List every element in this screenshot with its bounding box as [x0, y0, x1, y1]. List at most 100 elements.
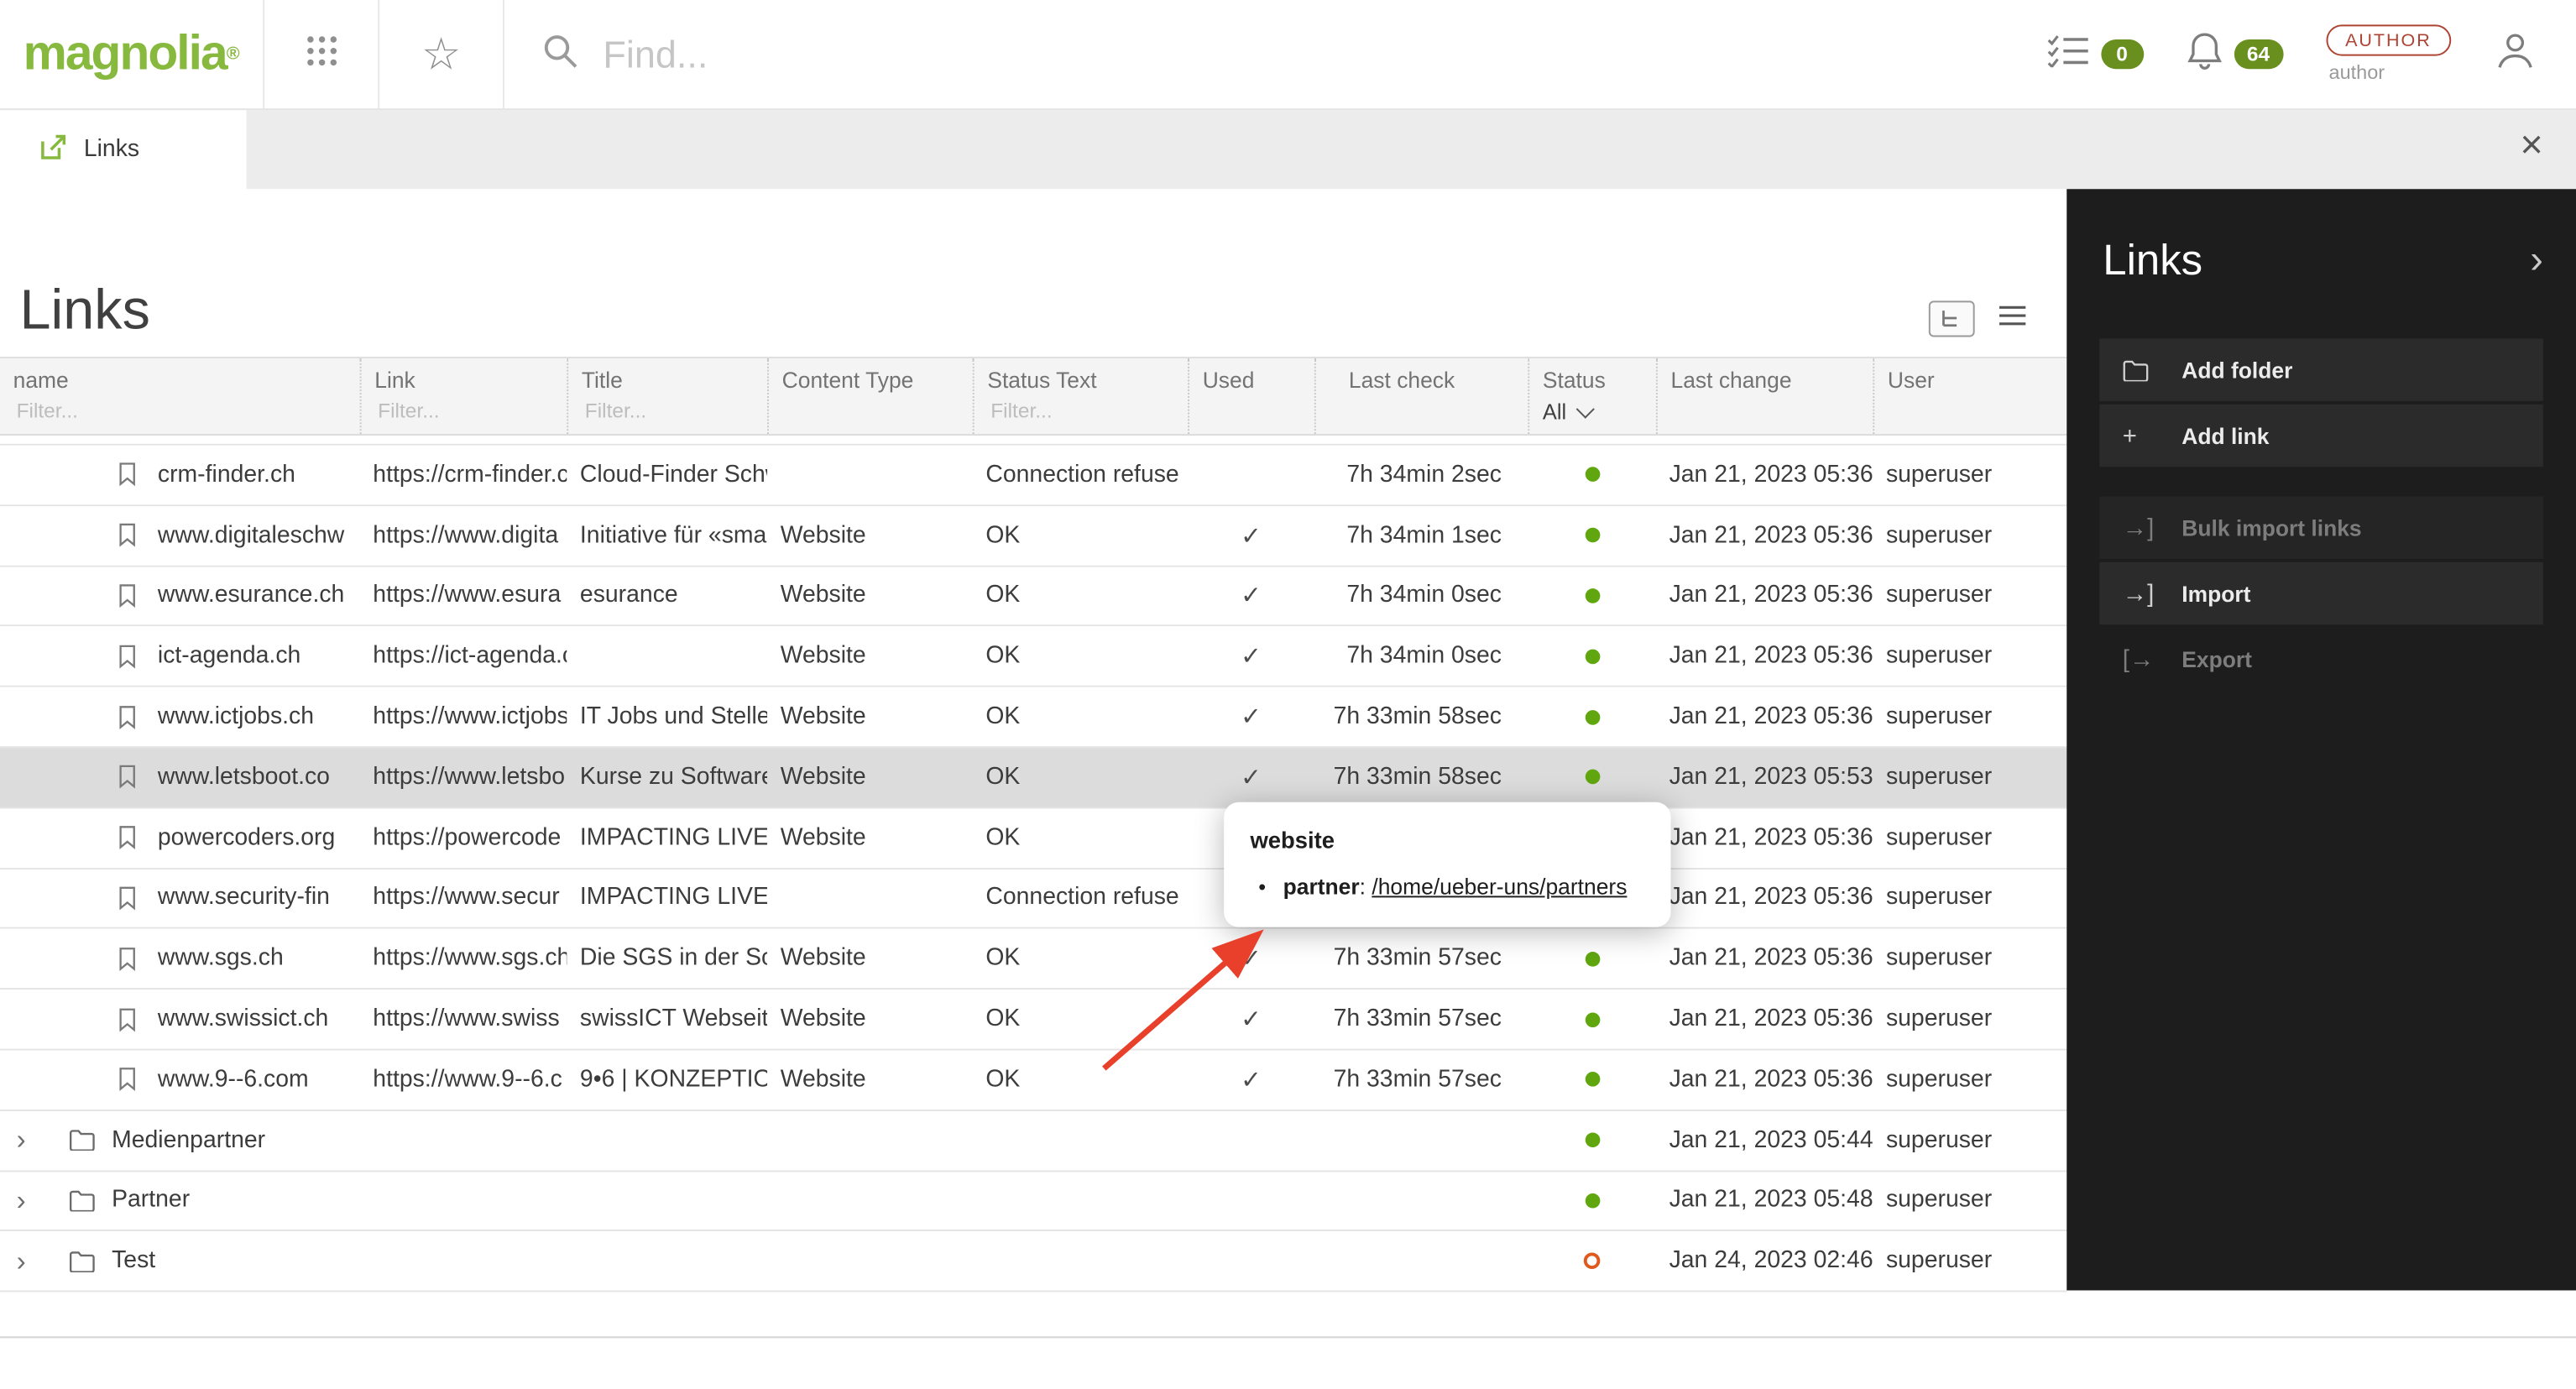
- status-ok-dot: [1584, 770, 1600, 785]
- tasks-count-badge: 0: [2100, 39, 2144, 70]
- column-header-last_check[interactable]: Last check: [1314, 358, 1528, 435]
- table-row[interactable]: www.esurance.ch https://www.esura esurance…: [0, 566, 2067, 627]
- column-filter-input[interactable]: [374, 397, 551, 425]
- table-row[interactable]: crm-finder.ch https://crm-finder.c Cloud-F…: [0, 445, 2067, 506]
- column-header-user[interactable]: User: [1873, 358, 2067, 435]
- column-header-title[interactable]: Title: [567, 358, 767, 435]
- cell-title: esurance: [579, 582, 678, 609]
- status-ok-dot: [1584, 1072, 1600, 1088]
- table-row[interactable]: www.ictjobs.ch https://www.ictjobs IT Jobs…: [0, 687, 2067, 749]
- cell-user: superuser: [1885, 1248, 1993, 1275]
- table-row[interactable]: www.swissict.ch https://www.swiss swissICT…: [0, 990, 2067, 1051]
- cell-link: https://crm-finder.c: [373, 462, 567, 488]
- cell-link: https://www.sgs.ch: [373, 945, 567, 973]
- cell-last_change: Jan 21, 2023 05:36: [1669, 945, 1873, 973]
- sidebar-action-add-link[interactable]: + Add link: [2099, 404, 2543, 467]
- column-header-name[interactable]: name: [0, 358, 360, 434]
- import-icon: →]: [2122, 514, 2155, 542]
- cell-last_change: Jan 21, 2023 05:36: [1669, 462, 1873, 488]
- cell-name: crm-finder.ch: [0, 446, 360, 504]
- tasks-button[interactable]: 0: [2046, 34, 2144, 75]
- table-row[interactable]: www.digitaleschw https://www.digita Initia…: [0, 505, 2067, 567]
- cell-status: [1528, 687, 1656, 746]
- column-header-content_type[interactable]: Content Type: [767, 358, 973, 435]
- column-label: Link: [374, 368, 415, 394]
- table-row[interactable]: › Test Jan 24, 2023 02:46 superuser: [0, 1231, 2067, 1292]
- table-row[interactable]: www.security-fin https://www.secur IMPACTI…: [0, 869, 2067, 930]
- table-row[interactable]: › Medienpartner Jan 21, 2023 05:44 superuse…: [0, 1110, 2067, 1172]
- search-input[interactable]: [599, 30, 1297, 79]
- cell-user: superuser: [1885, 643, 1993, 670]
- column-header-last_change[interactable]: Last change: [1655, 358, 1873, 435]
- cell-content_type: Website: [780, 764, 866, 791]
- cell-content_type: Website: [780, 945, 866, 973]
- status-filter-dropdown[interactable]: All: [1543, 399, 1656, 424]
- column-label: Status: [1542, 368, 1606, 394]
- sidebar-action-add-folder[interactable]: Add folder: [2099, 338, 2543, 401]
- table-row[interactable]: ict-agenda.ch https://ict-agenda.c Website…: [0, 626, 2067, 688]
- list-view-toggle[interactable]: [1998, 303, 2027, 334]
- magnolia-logo[interactable]: magnolia ®: [0, 0, 263, 108]
- cell-title: Die SGS in der Sch: [579, 945, 768, 973]
- favorites-button[interactable]: ☆: [379, 0, 503, 108]
- row-name: www.swissict.ch: [157, 1005, 329, 1033]
- cell-last_change: Jan 21, 2023 05:48: [1669, 1187, 1873, 1214]
- footer-divider: [0, 1290, 2576, 1339]
- cell-last_change: Jan 21, 2023 05:36: [1669, 582, 1873, 609]
- cell-link: https://www.ictjobs: [373, 703, 567, 730]
- column-header-used[interactable]: Used: [1188, 358, 1314, 435]
- tooltip-link[interactable]: /home/ueber-uns/partners: [1372, 875, 1627, 899]
- title-row: Links: [0, 189, 2067, 357]
- cell-status_text: OK: [985, 764, 1021, 791]
- cell-content_type: Website: [780, 703, 866, 730]
- cell-status: [1528, 1050, 1656, 1109]
- user-menu-button[interactable]: [2494, 29, 2537, 80]
- cell-name: powercoders.org: [0, 808, 360, 867]
- cell-last_change: Jan 21, 2023 05:53: [1669, 764, 1873, 791]
- tab-links[interactable]: Links: [0, 110, 247, 190]
- tree-view-toggle[interactable]: [1928, 300, 1975, 337]
- column-header-link[interactable]: Link: [359, 358, 567, 435]
- sidebar-action-import[interactable]: →] Import: [2099, 561, 2543, 625]
- chevron-right-icon[interactable]: ›: [2530, 240, 2543, 280]
- app-launcher-button[interactable]: [264, 0, 378, 108]
- expand-icon[interactable]: ›: [17, 1126, 39, 1154]
- used-check: [1188, 446, 1314, 504]
- instance-user-label: author: [2328, 60, 2385, 84]
- expand-icon[interactable]: ›: [17, 1187, 39, 1214]
- column-header-status_text[interactable]: Status Text: [972, 358, 1188, 435]
- cell-link: [360, 1111, 567, 1170]
- column-filter-input[interactable]: [13, 397, 344, 425]
- table-row[interactable]: www.9--6.com https://www.9--6.c 9•6 | KONZ…: [0, 1050, 2067, 1111]
- top-bar: magnolia® ☆ 0: [0, 0, 2576, 111]
- export-icon: [→: [2122, 645, 2155, 674]
- status-warn-dot: [1583, 1252, 1601, 1270]
- sidebar-action-label: Import: [2182, 581, 2251, 606]
- logo-registered-mark: ®: [226, 44, 240, 65]
- column-header-status[interactable]: Status All: [1528, 358, 1656, 435]
- table-row[interactable]: www.sgs.ch https://www.sgs.ch Die SGS in d…: [0, 929, 2067, 990]
- instance-indicator: AUTHOR author: [2325, 24, 2452, 84]
- close-icon[interactable]: ×: [2520, 123, 2542, 170]
- status-ok-dot: [1584, 951, 1600, 967]
- notifications-button[interactable]: 64: [2186, 30, 2283, 78]
- row-name: www.9--6.com: [157, 1066, 309, 1094]
- table-row[interactable]: powercoders.org https://powercode IMPACTIN…: [0, 808, 2067, 869]
- folder-icon: [69, 1190, 95, 1212]
- cell-title: [567, 1172, 767, 1230]
- bell-icon: [2186, 30, 2222, 78]
- table-row[interactable]: www.letsboot.co https://www.letsbo Kurse z…: [0, 748, 2067, 809]
- cell-title: swissICT Webseite: [579, 1005, 768, 1033]
- bookmark-icon: [118, 826, 137, 850]
- expand-icon[interactable]: ›: [17, 1247, 39, 1275]
- row-name: www.digitaleschw: [157, 522, 345, 549]
- bookmark-icon: [118, 886, 137, 911]
- column-filter-input[interactable]: [581, 397, 751, 425]
- page-title: Links: [19, 279, 150, 342]
- table-row[interactable]: › Partner Jan 21, 2023 05:48 superuser: [0, 1171, 2067, 1232]
- column-filter-input[interactable]: [987, 397, 1172, 425]
- sidebar-action-label: Add folder: [2182, 357, 2293, 383]
- cell-status_text: OK: [985, 643, 1021, 670]
- folder-icon: [2123, 359, 2182, 381]
- action-sidebar: Links › Add folder + Add link →] Bulk import…: [2067, 189, 2576, 1291]
